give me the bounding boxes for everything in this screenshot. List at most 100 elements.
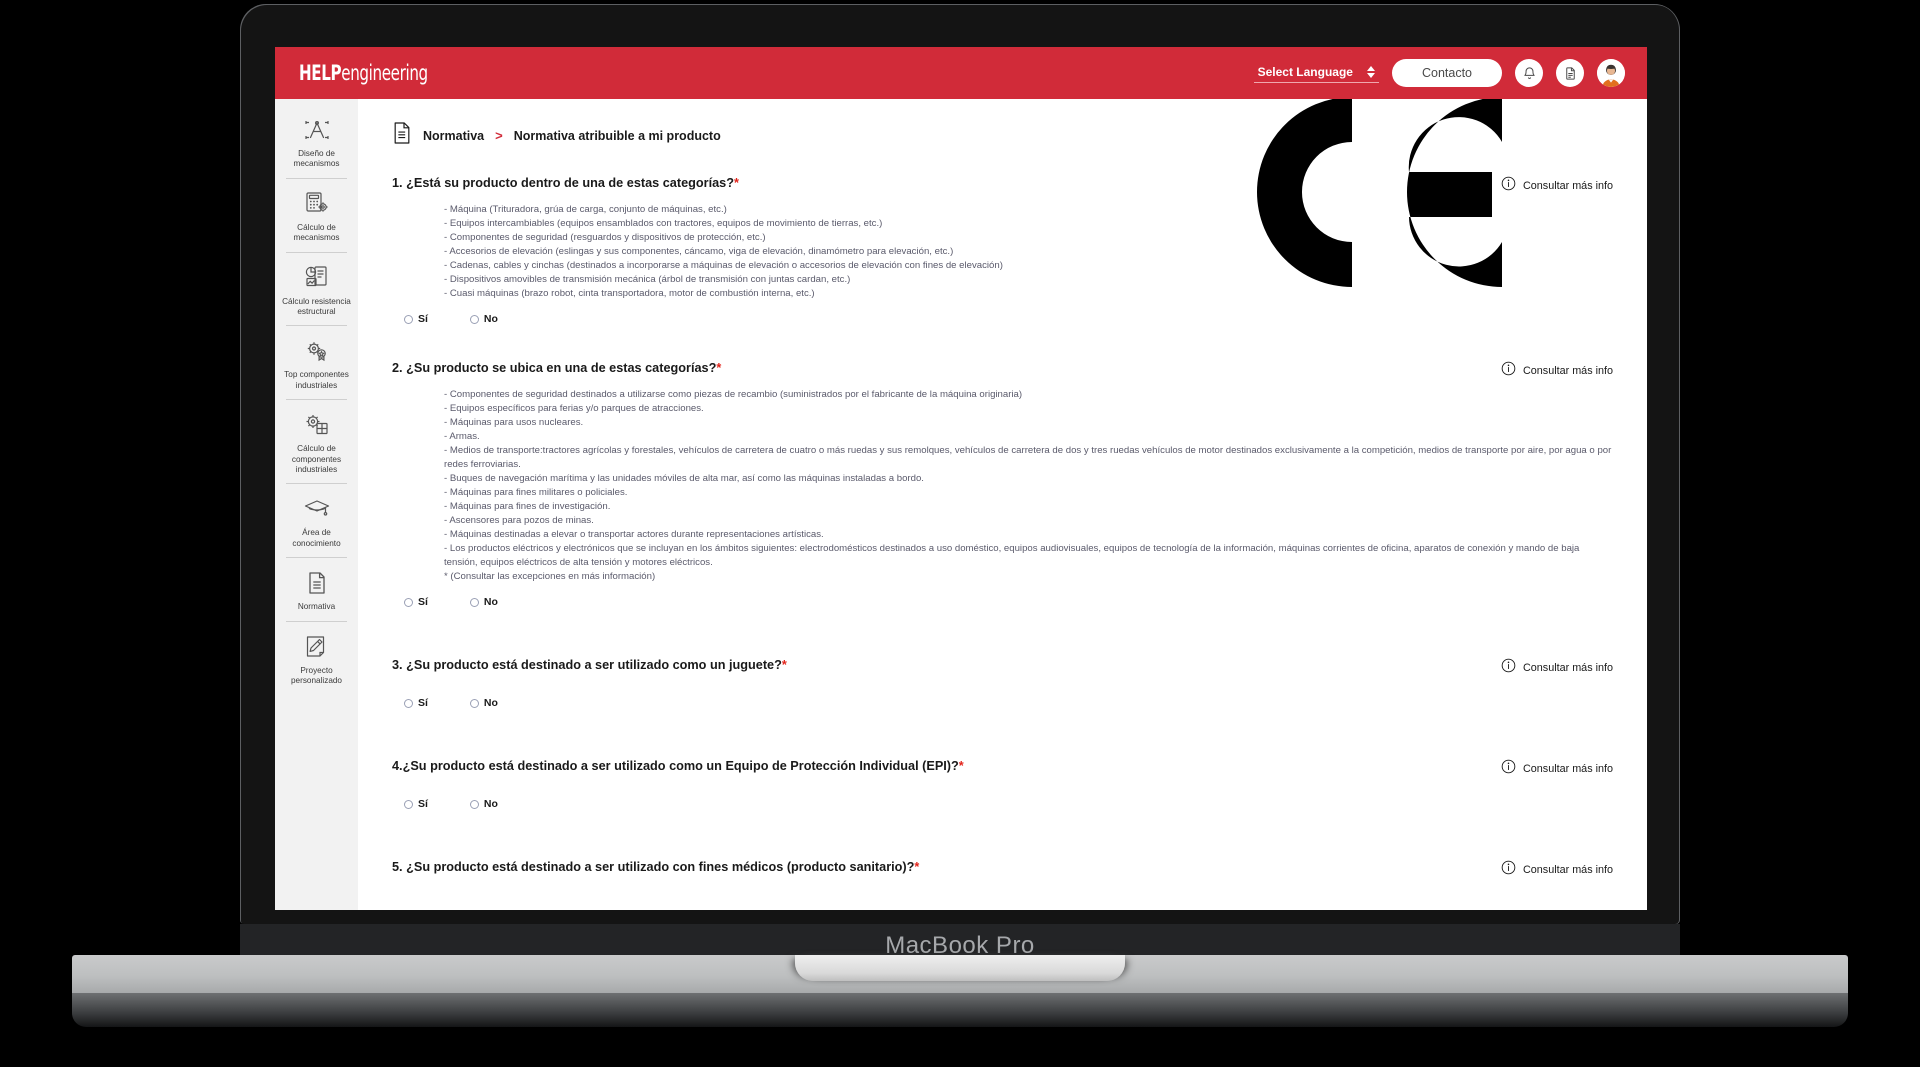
sidebar-item-label: Normativa <box>297 602 336 612</box>
question-block: Consultar más info 4.¿Su producto está d… <box>392 759 1613 810</box>
brand-logo-light: engineering <box>341 61 428 85</box>
radio-option-no[interactable]: No <box>469 313 498 325</box>
required-mark: * <box>914 860 920 874</box>
sidebar-item-calculo-componentes[interactable]: Cálculo de componentes industriales <box>275 400 358 485</box>
sidebar-item-calculo-resistencia[interactable]: Cálculo resistencia estructural <box>275 253 358 327</box>
sidebar-item-label: Diseño de mecanismos <box>293 149 340 169</box>
sidebar-item-area-conocimiento[interactable]: Área de conocimiento <box>275 484 358 559</box>
radio-group: Sí No <box>392 685 1613 709</box>
radio-label: Sí <box>418 697 428 709</box>
chart-report-icon <box>279 264 354 291</box>
info-link-label: Consultar más info <box>1522 662 1613 674</box>
radio-option-yes[interactable]: Sí <box>404 596 428 608</box>
contact-button[interactable]: Contacto <box>1391 59 1502 87</box>
radio-option-yes[interactable]: Sí <box>404 313 428 325</box>
required-mark: * <box>716 361 722 375</box>
question-block: Consultar más info 3. ¿Su producto está … <box>392 658 1613 709</box>
list-item: - Medios de transporte:tractores agrícol… <box>444 445 1612 470</box>
list-item: - Equipos específicos para ferias y/o pa… <box>444 403 704 414</box>
user-avatar-icon <box>1597 59 1625 87</box>
sidebar-item-label: Área de conocimiento <box>292 528 341 548</box>
list-item: - Accesorios de elevación (eslingas y su… <box>444 246 954 257</box>
radio-dot[interactable] <box>469 597 479 607</box>
info-link[interactable]: Consultar más info <box>1501 759 1613 779</box>
radio-label: Sí <box>418 596 428 608</box>
language-select[interactable]: Select Language <box>1253 64 1379 83</box>
compass-drafting-icon <box>279 116 354 143</box>
breadcrumb-parent[interactable]: Normativa <box>423 129 484 143</box>
brand-logo[interactable]: HELPengineering <box>299 61 428 85</box>
list-item: - Máquinas para fines militares o polici… <box>444 487 628 498</box>
info-link[interactable]: Consultar más info <box>1501 176 1613 196</box>
radio-dot[interactable] <box>404 597 413 607</box>
bell-icon <box>1523 66 1535 79</box>
question-number: 2. <box>392 361 403 375</box>
sidebar-item-label: Cálculo de componentes industriales <box>291 444 342 475</box>
sidebar-item-proyecto-personalizado[interactable]: Proyecto personalizado <box>275 622 358 696</box>
sidebar-item-calculo-mecanismos[interactable]: Cálculo de mecanismos <box>275 179 358 253</box>
documents-button[interactable] <box>1556 59 1584 87</box>
sidebar: Diseño de mecanismos Cálculo de mecanism… <box>275 99 358 910</box>
radio-label: No <box>483 697 498 709</box>
documents-icon <box>1565 66 1575 80</box>
list-item: - Cadenas, cables y cinchas (destinados … <box>444 260 1003 271</box>
list-item: - Máquinas destinadas a elevar o transpo… <box>444 529 824 540</box>
question-title: 4.¿Su producto está destinado a ser util… <box>392 759 1613 773</box>
info-circle-icon <box>1501 658 1516 678</box>
radio-dot[interactable] <box>469 314 479 324</box>
info-circle-icon <box>1501 176 1516 196</box>
calculator-gear-icon <box>279 190 354 217</box>
list-item: - Componentes de seguridad (resguardos y… <box>444 232 766 243</box>
radio-option-no[interactable]: No <box>469 596 498 608</box>
radio-group: Sí No <box>392 786 1613 810</box>
radio-dot[interactable] <box>404 314 413 324</box>
radio-dot[interactable] <box>469 799 479 809</box>
sidebar-item-label: Cálculo resistencia estructural <box>282 296 351 317</box>
radio-dot[interactable] <box>469 698 479 708</box>
radio-label: No <box>483 313 498 325</box>
main-content: Normativa > Normativa atribuible a mi pr… <box>358 99 1647 910</box>
info-link[interactable]: Consultar más info <box>1501 658 1613 678</box>
sidebar-item-diseno-mecanismos[interactable]: Diseño de mecanismos <box>275 105 358 179</box>
radio-label: Sí <box>418 313 428 325</box>
question-title: 5. ¿Su producto está destinado a ser uti… <box>392 860 1613 874</box>
radio-option-no[interactable]: No <box>469 697 498 709</box>
list-item: - Máquinas para fines de investigación. <box>444 501 611 512</box>
radio-dot[interactable] <box>404 799 413 809</box>
question-text: ¿Su producto se ubica en una de estas ca… <box>406 361 717 375</box>
question-options-list: - Componentes de seguridad destinados a … <box>404 388 1613 584</box>
radio-label: Sí <box>418 798 428 810</box>
sidebar-item-normativa[interactable]: Normativa <box>275 558 358 623</box>
question-number: 1. <box>392 176 403 190</box>
account-avatar[interactable] <box>1597 59 1625 87</box>
list-item: - Los productos eléctricos y electrónico… <box>444 543 1580 568</box>
radio-label: No <box>483 596 498 608</box>
sidebar-item-label: Cálculo de mecanismos <box>293 222 340 243</box>
sidebar-item-top-componentes[interactable]: Top componentes industriales <box>275 326 358 401</box>
question-title: 1. ¿Está su producto dentro de una de es… <box>392 176 1613 190</box>
radio-option-yes[interactable]: Sí <box>404 798 428 810</box>
radio-option-yes[interactable]: Sí <box>404 697 428 709</box>
list-item: - Componentes de seguridad destinados a … <box>444 389 1023 400</box>
radio-dot[interactable] <box>404 698 413 708</box>
header-actions: Select Language Contacto <box>1253 59 1625 87</box>
radio-option-no[interactable]: No <box>469 798 498 810</box>
question-text: ¿Su producto está destinado a ser utiliz… <box>406 658 782 672</box>
info-link-label: Consultar más info <box>1522 864 1613 876</box>
required-mark: * <box>958 759 964 773</box>
list-item: - Dispositivos amovibles de transmisión … <box>444 274 851 285</box>
info-circle-icon <box>1501 860 1516 880</box>
site-header: HELPengineering Select Language Contacto <box>275 47 1647 99</box>
graduation-cap-icon <box>279 495 354 522</box>
gear-badge-icon <box>279 337 354 364</box>
question-text: ¿Su producto está destinado a ser utiliz… <box>406 860 915 874</box>
document-lines-icon <box>279 569 354 596</box>
notifications-button[interactable] <box>1515 59 1543 87</box>
question-number: 3. <box>392 658 403 672</box>
document-lines-icon <box>392 121 412 150</box>
sidebar-item-label: Proyecto personalizado <box>291 665 342 686</box>
info-link[interactable]: Consultar más info <box>1501 860 1613 880</box>
gear-grid-icon <box>279 411 354 438</box>
info-link[interactable]: Consultar más info <box>1501 361 1613 381</box>
breadcrumb-current: Normativa atribuible a mi producto <box>513 128 721 143</box>
